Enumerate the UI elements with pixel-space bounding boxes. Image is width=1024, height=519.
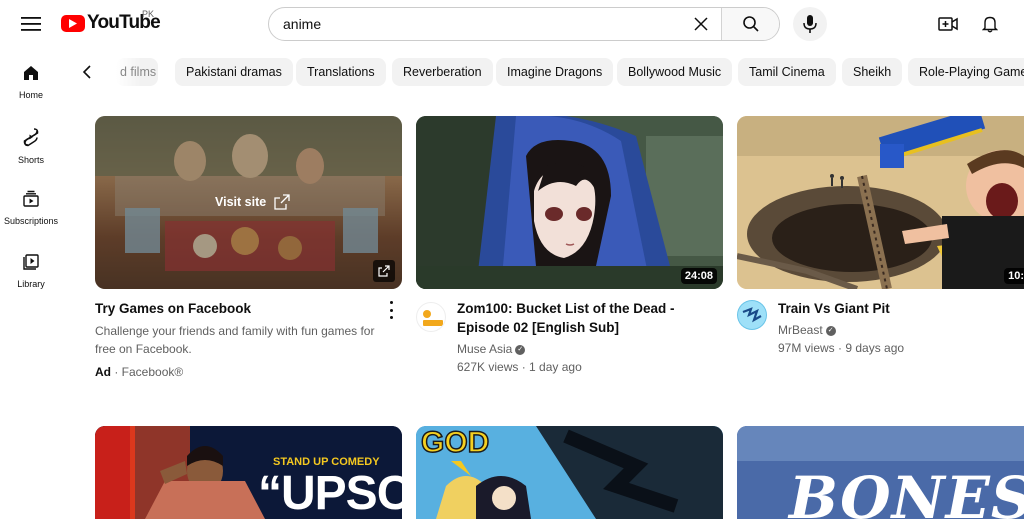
video-card[interactable]: 24:08 Zom100: Bucket List of the Dead - … bbox=[416, 116, 723, 386]
filter-chip[interactable]: Bollywood Music bbox=[617, 58, 733, 86]
filter-chip[interactable]: Role-Playing Game bbox=[908, 58, 1024, 86]
clear-search-icon[interactable] bbox=[681, 8, 721, 40]
sidebar-item-label: Subscriptions bbox=[3, 216, 59, 226]
home-icon bbox=[24, 66, 38, 80]
video-duration: 10: bbox=[1004, 268, 1024, 284]
ad-info: Try Games on Facebook Challenge your fri… bbox=[95, 299, 385, 381]
ad-badge: Ad bbox=[95, 365, 111, 379]
microphone-icon bbox=[803, 15, 817, 33]
filter-chip[interactable]: Pakistani dramas bbox=[175, 58, 293, 86]
video-title[interactable]: Zom100: Bucket List of the Dead - Episod… bbox=[457, 299, 717, 337]
search-button[interactable] bbox=[721, 8, 779, 40]
thumbnail-headline: “UPSC” bbox=[258, 467, 402, 519]
sidebar-item-label: Home bbox=[18, 90, 43, 100]
play-logo-icon bbox=[61, 14, 85, 32]
ad-card[interactable]: Visit site Try Games on Facebook Challen… bbox=[95, 116, 402, 386]
thumbnail-headline: BONES bbox=[789, 464, 1024, 519]
top-bar: YouTube PK bbox=[0, 0, 1024, 48]
video-card[interactable]: 10: Train Vs Giant Pit MrBeast ✓ 97M view… bbox=[737, 116, 1024, 386]
sidebar-item-home[interactable]: Home bbox=[0, 56, 62, 119]
verified-check-icon: ✓ bbox=[825, 325, 836, 336]
sidebar-item-subscriptions[interactable]: Subscriptions bbox=[0, 182, 62, 245]
more-options-icon[interactable] bbox=[386, 301, 396, 319]
channel-name-line[interactable]: Muse Asia ✓ bbox=[457, 340, 717, 358]
video-thumbnail[interactable]: BONES bbox=[737, 426, 1024, 519]
filter-chip[interactable]: Imagine Dragons bbox=[496, 58, 614, 86]
sidebar-item-label: Library bbox=[17, 279, 45, 289]
filter-chip[interactable]: Reverberation bbox=[392, 58, 493, 86]
filter-chip[interactable]: Tamil Cinema bbox=[738, 58, 836, 86]
filter-chips-bar: d films Pakistani dramas Translations Re… bbox=[70, 56, 1024, 88]
sidebar-item-library[interactable]: Library bbox=[0, 245, 62, 308]
video-stats: 97M views · 9 days ago bbox=[778, 341, 905, 355]
search-icon bbox=[742, 16, 759, 32]
search-box bbox=[268, 7, 780, 41]
video-thumbnail[interactable]: 10: bbox=[737, 116, 1024, 289]
video-thumbnail[interactable]: STAND UP COMEDY “UPSC” bbox=[95, 426, 402, 519]
filter-chip[interactable]: Sheikh bbox=[842, 58, 903, 86]
mini-sidebar: Home Shorts Subscriptions Library bbox=[0, 56, 62, 308]
youtube-logo[interactable]: YouTube PK bbox=[61, 9, 161, 34]
filter-chip[interactable]: Translations bbox=[296, 58, 386, 86]
channel-name: MrBeast bbox=[778, 323, 823, 337]
search-input[interactable] bbox=[269, 8, 681, 40]
notifications-bell-icon[interactable] bbox=[974, 10, 1006, 38]
ad-advertiser-line: Ad · Facebook® bbox=[95, 363, 385, 381]
channel-avatar[interactable] bbox=[737, 300, 767, 330]
voice-search-button[interactable] bbox=[793, 7, 827, 41]
ad-description: Challenge your friends and family with f… bbox=[95, 324, 375, 356]
verified-check-icon: ✓ bbox=[515, 344, 526, 355]
open-external-icon[interactable] bbox=[373, 260, 395, 282]
create-video-icon[interactable] bbox=[932, 10, 964, 38]
visit-site-overlay[interactable]: Visit site bbox=[215, 194, 290, 210]
library-icon bbox=[23, 254, 39, 270]
video-thumbnail[interactable]: GOD bbox=[416, 426, 723, 519]
video-info: Zom100: Bucket List of the Dead - Episod… bbox=[457, 299, 717, 376]
anime-girl-image bbox=[416, 116, 723, 289]
external-link-icon bbox=[274, 194, 290, 210]
video-title[interactable]: Train Vs Giant Pit bbox=[778, 299, 1018, 318]
filter-chip[interactable]: d films bbox=[116, 58, 158, 86]
thumbnail-headline: GOD bbox=[420, 426, 490, 460]
video-duration: 24:08 bbox=[680, 268, 717, 284]
video-info: Train Vs Giant Pit MrBeast ✓ 97M views · … bbox=[778, 299, 1018, 357]
country-code: PK bbox=[142, 9, 155, 19]
advertiser-name: · Facebook® bbox=[114, 365, 184, 379]
channel-avatar[interactable] bbox=[416, 302, 446, 332]
chevron-left-icon[interactable] bbox=[74, 56, 100, 88]
train-pit-image bbox=[737, 116, 1024, 289]
sidebar-item-shorts[interactable]: Shorts bbox=[0, 119, 62, 182]
shorts-icon bbox=[23, 128, 39, 147]
channel-name-line[interactable]: MrBeast ✓ bbox=[778, 321, 1018, 339]
sidebar-item-label: Shorts bbox=[17, 155, 44, 165]
menu-icon[interactable] bbox=[16, 10, 46, 38]
channel-name: Muse Asia bbox=[457, 342, 513, 356]
video-thumbnail[interactable]: 24:08 bbox=[416, 116, 723, 289]
video-stats: 627K views · 1 day ago bbox=[457, 360, 582, 374]
subscriptions-icon bbox=[23, 190, 39, 207]
video-title[interactable]: Try Games on Facebook bbox=[95, 299, 385, 318]
ad-thumbnail[interactable]: Visit site bbox=[95, 116, 402, 289]
